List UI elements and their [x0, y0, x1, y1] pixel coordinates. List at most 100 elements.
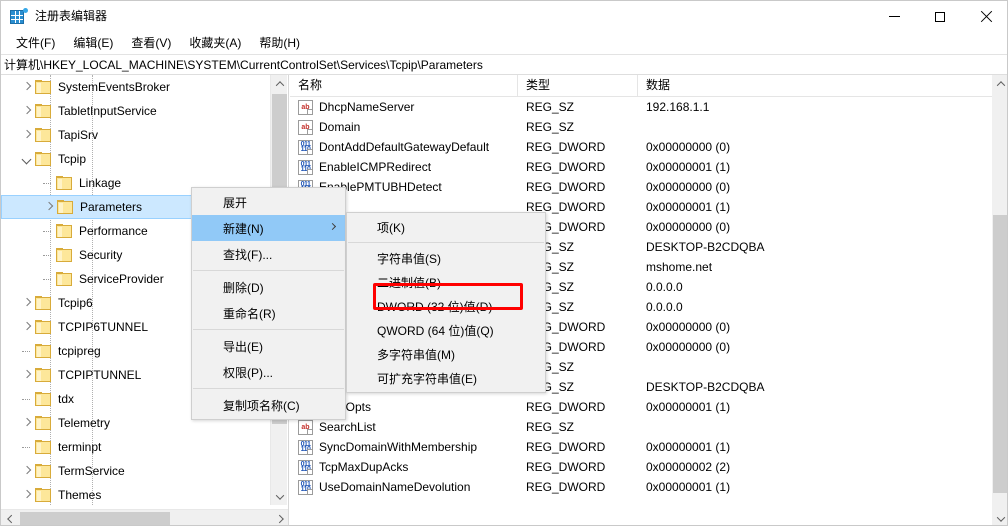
list-scroll-down-button[interactable]	[992, 510, 1008, 526]
context-menu-item[interactable]: 权限(P)...	[192, 359, 345, 385]
context-menu-item[interactable]: 展开	[192, 189, 345, 215]
folder-icon	[35, 80, 52, 94]
column-header-name[interactable]: 名称	[290, 75, 518, 97]
list-vertical-scrollbar[interactable]	[992, 75, 1008, 526]
submenu-item[interactable]: 项(K)	[347, 215, 545, 239]
chevron-right-icon[interactable]	[19, 487, 35, 503]
tree-item-tabletinputservice[interactable]: TabletInputService	[1, 99, 271, 123]
tree-scroll-up-button[interactable]	[271, 75, 288, 92]
value-data-cell: 192.168.1.1	[638, 100, 992, 114]
table-row[interactable]: 011110EnablePMTUBHDetectREG_DWORD0x00000…	[290, 177, 992, 197]
value-name-cell: 011110DontAddDefaultGatewayDefault	[290, 140, 518, 155]
tree-scroll-left-button[interactable]	[1, 510, 18, 526]
chevron-right-icon[interactable]	[19, 79, 35, 95]
chevron-down-icon[interactable]	[19, 151, 35, 167]
submenu-item[interactable]: QWORD (64 位)值(Q)	[347, 318, 545, 342]
value-type-cell: REG_SZ	[518, 120, 638, 134]
tree-item-tcpip[interactable]: Tcpip	[1, 147, 271, 171]
table-row[interactable]: abSearchListREG_SZ	[290, 417, 992, 437]
chevron-right-icon[interactable]	[41, 199, 57, 215]
submenu-item[interactable]: 可扩充字符串值(E)	[347, 366, 545, 390]
address-path: 计算机\HKEY_LOCAL_MACHINE\SYSTEM\CurrentCon…	[4, 56, 483, 73]
chevron-right-icon[interactable]	[19, 103, 35, 119]
chevron-right-icon[interactable]	[19, 127, 35, 143]
tree-scroll-down-button[interactable]	[271, 488, 288, 505]
tree-item-label: Telemetry	[58, 415, 110, 431]
tree-scroll-right-button[interactable]	[272, 510, 289, 526]
tree-item-themes[interactable]: Themes	[1, 483, 271, 505]
menu-help[interactable]: 帮助(H)	[250, 33, 309, 53]
tree-line-icon	[40, 247, 56, 263]
table-row[interactable]: 011110DontAddDefaultGatewayDefaultREG_DW…	[290, 137, 992, 157]
submenu-item[interactable]: DWORD (32 位)值(D)	[347, 294, 545, 318]
column-header-type[interactable]: 类型	[518, 75, 638, 97]
menu-separator	[348, 242, 544, 243]
maximize-button[interactable]	[917, 1, 963, 32]
context-menu-item[interactable]: 新建(N)	[192, 215, 345, 241]
list-column-headers: 名称 类型 数据	[290, 75, 992, 97]
folder-icon	[35, 296, 52, 310]
table-row[interactable]: 011110SackOptsREG_DWORD0x00000001 (1)	[290, 397, 992, 417]
chevron-right-icon[interactable]	[19, 415, 35, 431]
tree-item-terminpt[interactable]: terminpt	[1, 435, 271, 459]
table-row[interactable]: 011110EnableICMPRedirectREG_DWORD0x00000…	[290, 157, 992, 177]
minimize-button[interactable]	[871, 1, 917, 32]
tree-item-termservice[interactable]: TermService	[1, 459, 271, 483]
close-button[interactable]	[963, 1, 1008, 32]
context-menu-item[interactable]: 查找(F)...	[192, 241, 345, 267]
tree-item-label: terminpt	[58, 439, 101, 455]
value-name: SearchList	[319, 420, 376, 434]
list-scroll-up-button[interactable]	[992, 75, 1008, 92]
tree-line-icon	[19, 439, 35, 455]
value-name-cell: abDomain	[290, 120, 518, 135]
folder-icon	[35, 464, 52, 478]
tree-item-label: Performance	[79, 223, 148, 239]
chevron-right-icon[interactable]	[19, 463, 35, 479]
menu-file[interactable]: 文件(F)	[7, 33, 64, 53]
tree-item-tapisrv[interactable]: TapiSrv	[1, 123, 271, 147]
column-header-data[interactable]: 数据	[638, 75, 992, 97]
address-bar[interactable]: 计算机\HKEY_LOCAL_MACHINE\SYSTEM\CurrentCon…	[1, 54, 1008, 75]
tree-horizontal-scrollbar[interactable]	[1, 509, 289, 526]
tree-item-label: Themes	[58, 487, 101, 503]
chevron-right-icon[interactable]	[19, 295, 35, 311]
chevron-right-icon[interactable]	[19, 319, 35, 335]
value-type-cell: REG_DWORD	[518, 400, 638, 414]
value-name: Domain	[319, 120, 360, 134]
value-name: DontAddDefaultGatewayDefault	[319, 140, 489, 154]
context-menu-item[interactable]: 导出(E)	[192, 333, 345, 359]
context-menu-item-label: 权限(P)...	[223, 364, 273, 381]
string-value-icon: ab	[298, 100, 313, 115]
table-row[interactable]: 011110UseDomainNameDevolutionREG_DWORD0x…	[290, 477, 992, 497]
table-row[interactable]: abDhcpNameServerREG_SZ192.168.1.1	[290, 97, 992, 117]
table-row[interactable]: abDomainREG_SZ	[290, 117, 992, 137]
value-name: SyncDomainWithMembership	[319, 440, 477, 454]
value-name-cell: 011110EnableICMPRedirect	[290, 160, 518, 175]
tree-item-label: SystemEventsBroker	[58, 79, 170, 95]
tree-item-label: TermService	[58, 463, 125, 479]
submenu-item[interactable]: 二进制值(B)	[347, 270, 545, 294]
tree-hscroll-thumb[interactable]	[20, 512, 170, 526]
table-row[interactable]: 011110TcpMaxDupAcksREG_DWORD0x00000002 (…	[290, 457, 992, 477]
value-type-cell: REG_SZ	[518, 420, 638, 434]
tree-item-systemeventsbroker[interactable]: SystemEventsBroker	[1, 75, 271, 99]
context-menu-item[interactable]: 复制项名称(C)	[192, 392, 345, 418]
tree-item-label: TapiSrv	[58, 127, 98, 143]
context-menu-item[interactable]: 重命名(R)	[192, 300, 345, 326]
menu-edit[interactable]: 编辑(E)	[64, 33, 122, 53]
menu-favorites[interactable]: 收藏夹(A)	[180, 33, 250, 53]
value-type-cell: REG_DWORD	[518, 480, 638, 494]
submenu-item[interactable]: 字符串值(S)	[347, 246, 545, 270]
context-menu-item-label: 展开	[223, 194, 247, 211]
chevron-right-icon	[329, 223, 336, 230]
chevron-right-icon[interactable]	[19, 367, 35, 383]
table-row[interactable]: 011110SyncDomainWithMembershipREG_DWORD0…	[290, 437, 992, 457]
context-menu-item[interactable]: 删除(D)	[192, 274, 345, 300]
submenu-item[interactable]: 多字符串值(M)	[347, 342, 545, 366]
chevron-down-icon	[996, 513, 1004, 521]
value-data-cell: 0x00000000 (0)	[638, 340, 992, 354]
list-scroll-thumb[interactable]	[993, 215, 1008, 493]
chevron-left-icon	[7, 515, 15, 523]
context-menu-item-label: 新建(N)	[223, 220, 264, 237]
menu-view[interactable]: 查看(V)	[122, 33, 180, 53]
